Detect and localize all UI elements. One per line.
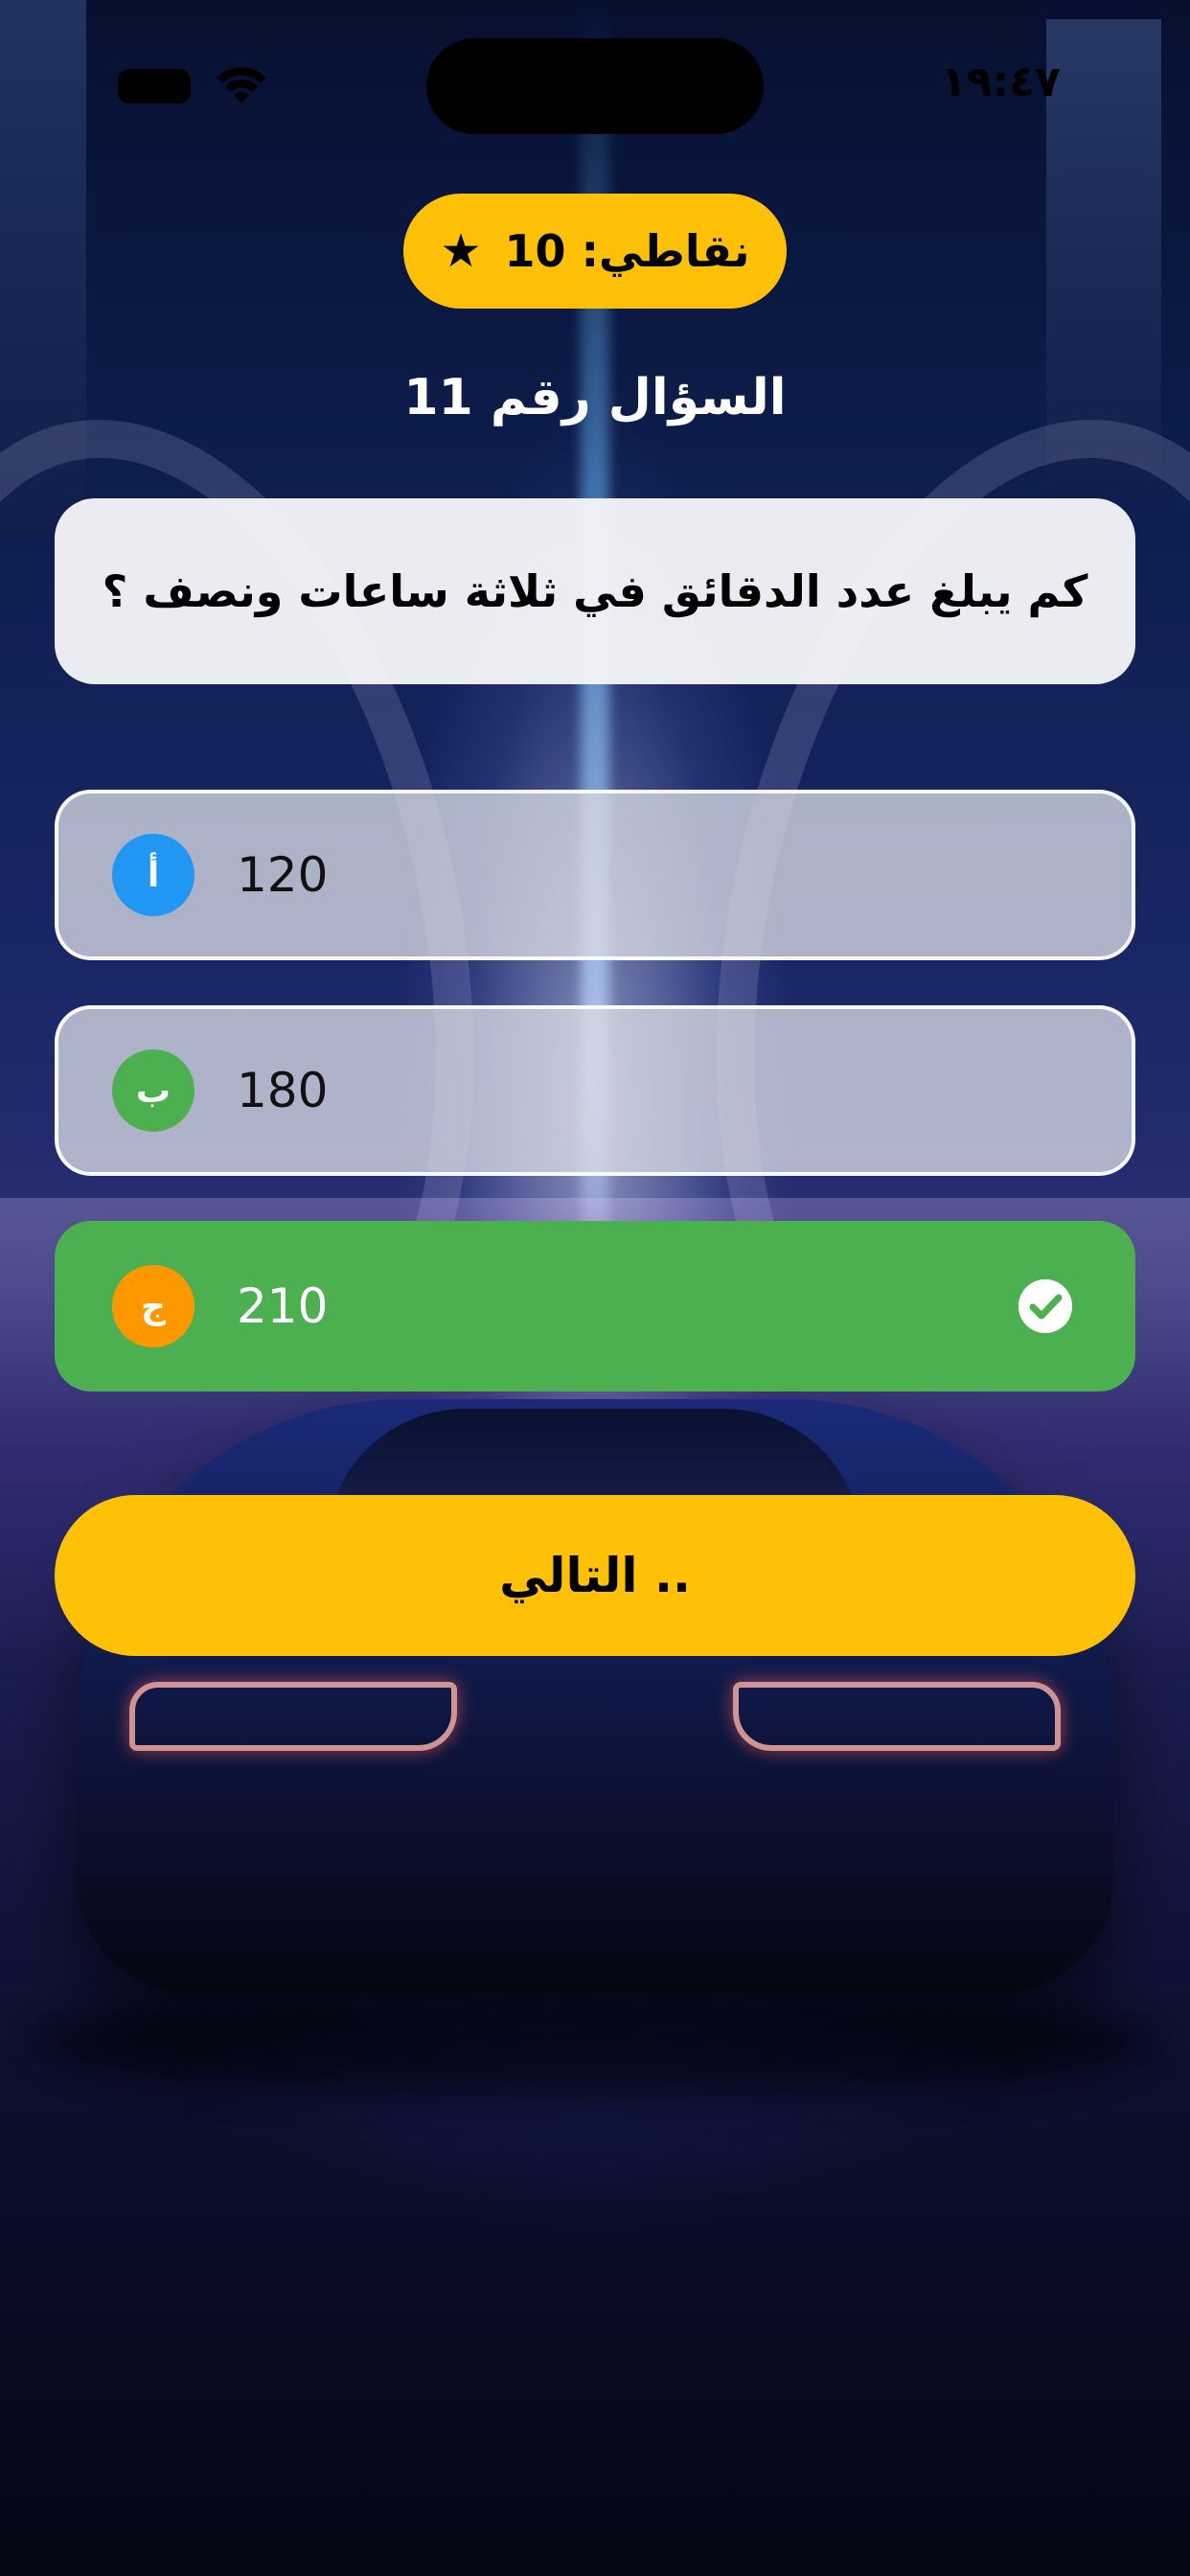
status-bar: ١٩:٤٧: [0, 0, 1190, 163]
answer-option-a[interactable]: أ 120: [55, 790, 1135, 960]
option-letter-badge: ب: [112, 1049, 195, 1132]
option-value: 120: [237, 847, 329, 903]
question-card: كم يبلغ عدد الدقائق في ثلاثة ساعات ونصف …: [55, 498, 1135, 684]
status-time: ١٩:٤٧: [940, 58, 1061, 106]
car-tail-light-left: [129, 1682, 457, 1751]
score-badge: نقاطي: 10 ★: [403, 194, 787, 309]
option-letter-badge: أ: [112, 834, 195, 916]
dynamic-island: [426, 38, 764, 134]
star-icon: ★: [440, 224, 482, 278]
score-label: نقاطي: 10: [504, 225, 750, 277]
answer-option-b[interactable]: ب 180: [55, 1005, 1135, 1176]
option-letter-badge: ج: [112, 1265, 195, 1347]
check-circle-icon: [1018, 1279, 1072, 1333]
car-image: [77, 1399, 1113, 1993]
answer-option-c[interactable]: ج 210: [55, 1221, 1135, 1392]
option-value: 180: [237, 1063, 329, 1118]
next-button[interactable]: .. التالي: [55, 1495, 1135, 1656]
wifi-icon: [217, 67, 266, 104]
car-shadow: [38, 1984, 1152, 2099]
car-tail-light-right: [733, 1682, 1061, 1751]
option-value: 210: [237, 1278, 329, 1334]
quiz-screen: ١٩:٤٧ نقاطي: 10 ★ السؤال رقم 11 كم يبلغ …: [0, 0, 1190, 2576]
battery-icon: [118, 69, 191, 104]
question-text: كم يبلغ عدد الدقائق في ثلاثة ساعات ونصف …: [102, 565, 1088, 617]
question-number: السؤال رقم 11: [403, 369, 787, 426]
